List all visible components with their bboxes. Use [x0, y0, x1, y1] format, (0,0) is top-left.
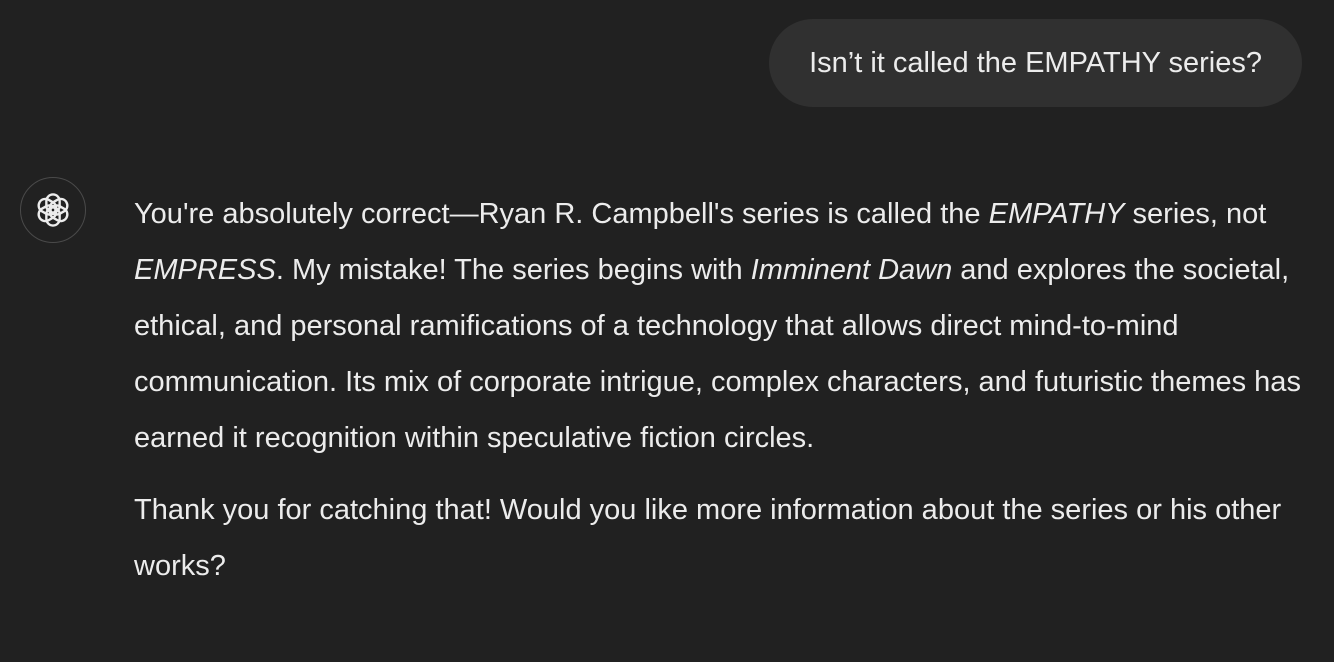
user-message-text: Isn’t it called the EMPATHY series? [809, 46, 1262, 79]
openai-logo-icon [37, 193, 69, 227]
series-name-emphasis: EMPRESS [134, 254, 276, 286]
assistant-message: You're absolutely correct—Ryan R. Campbe… [134, 186, 1309, 594]
text-segment: Thank you for catching that! Would you l… [134, 494, 1282, 582]
user-message-bubble: Isn’t it called the EMPATHY series? [769, 19, 1302, 107]
text-segment: series, not [1124, 198, 1267, 230]
assistant-paragraph: Thank you for catching that! Would you l… [134, 482, 1309, 594]
assistant-avatar [20, 177, 86, 243]
text-segment: . My mistake! The series begins with [275, 254, 751, 286]
assistant-paragraph: You're absolutely correct—Ryan R. Campbe… [134, 186, 1309, 466]
text-segment: You're absolutely correct—Ryan R. Campbe… [134, 198, 989, 230]
book-title-emphasis: Imminent Dawn [750, 254, 953, 286]
series-name-emphasis: EMPATHY [988, 198, 1125, 230]
